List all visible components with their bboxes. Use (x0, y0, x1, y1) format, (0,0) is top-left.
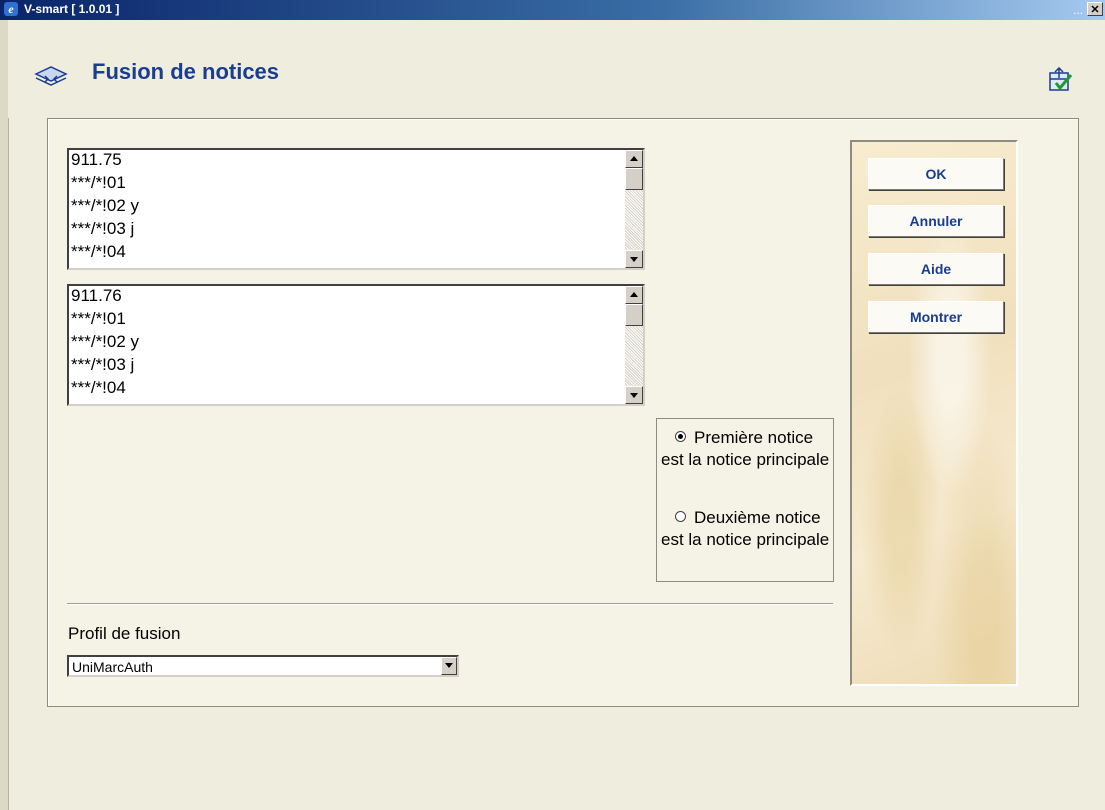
radio-first-label: Première notice est la notice principale (661, 428, 830, 469)
page-header: Fusion de notices (8, 20, 1105, 118)
chevron-down-icon (445, 663, 453, 668)
button-panel: OK Annuler Aide Montrer (850, 140, 1018, 686)
record-line: ***/*!03 j (71, 355, 135, 374)
record-line: ***/*!04 (71, 378, 126, 397)
second-record-listbox[interactable]: 911.76 ***/*!01 ***/*!02 y ***/*!03 j **… (67, 284, 645, 406)
left-frame (0, 20, 9, 810)
window-titlebar: e V-smart [ 1.0.01 ] ... ✕ (0, 0, 1105, 20)
workflow-check-icon[interactable] (1047, 67, 1073, 93)
main-record-radio-group: Première notice est la notice principale… (656, 418, 834, 582)
radio-second-label: Deuxième notice est la notice principale (661, 508, 830, 549)
record-line: ***/*!04 (71, 242, 126, 261)
radio-checked-icon[interactable] (675, 431, 686, 443)
show-button[interactable]: Montrer (868, 301, 1004, 333)
record-line: 911.75 (71, 150, 122, 169)
scroll-down-button[interactable] (625, 386, 643, 404)
record-line: ***/*!02 y (71, 196, 140, 215)
scroll-up-button[interactable] (625, 286, 643, 304)
ie-icon: e (4, 2, 18, 16)
window-title: V-smart [ 1.0.01 ] (24, 2, 120, 16)
record-line: ***/*!01 (71, 173, 126, 192)
scroll-thumb[interactable] (625, 304, 643, 326)
cancel-button[interactable]: Annuler (868, 205, 1004, 237)
close-icon[interactable]: ✕ (1087, 2, 1103, 16)
divider (67, 603, 833, 605)
page-title: Fusion de notices (92, 59, 280, 84)
titlebar-dots: ... (1072, 3, 1083, 17)
record-line: ***/*!01 (71, 309, 126, 328)
scroll-up-button[interactable] (625, 150, 643, 168)
arrow-up-icon (630, 156, 638, 161)
scroll-thumb[interactable] (625, 168, 643, 190)
record-line: 911.76 (71, 286, 122, 305)
arrow-up-icon (630, 292, 638, 297)
arrow-down-icon (630, 393, 638, 398)
record-line: ***/*!03 j (71, 219, 135, 238)
ok-button[interactable]: OK (868, 158, 1004, 190)
profile-label: Profil de fusion (68, 624, 181, 643)
profile-select[interactable]: UniMarcAuth (67, 655, 459, 677)
radio-unchecked-icon[interactable] (675, 511, 686, 523)
help-button[interactable]: Aide (868, 253, 1004, 285)
radio-first-record[interactable]: Première notice est la notice principale (661, 427, 831, 471)
first-record-listbox[interactable]: 911.75 ***/*!01 ***/*!02 y ***/*!03 j **… (67, 148, 645, 270)
record-line: ***/*!02 y (71, 332, 140, 351)
vertical-scrollbar[interactable] (625, 150, 643, 268)
profile-value: UniMarcAuth (72, 659, 153, 675)
dropdown-button[interactable] (441, 657, 457, 675)
scroll-down-button[interactable] (625, 250, 643, 268)
radio-second-record[interactable]: Deuxième notice est la notice principale (661, 507, 831, 551)
vertical-scrollbar[interactable] (625, 286, 643, 404)
arrow-down-icon (630, 257, 638, 262)
merge-records-icon (34, 66, 68, 86)
